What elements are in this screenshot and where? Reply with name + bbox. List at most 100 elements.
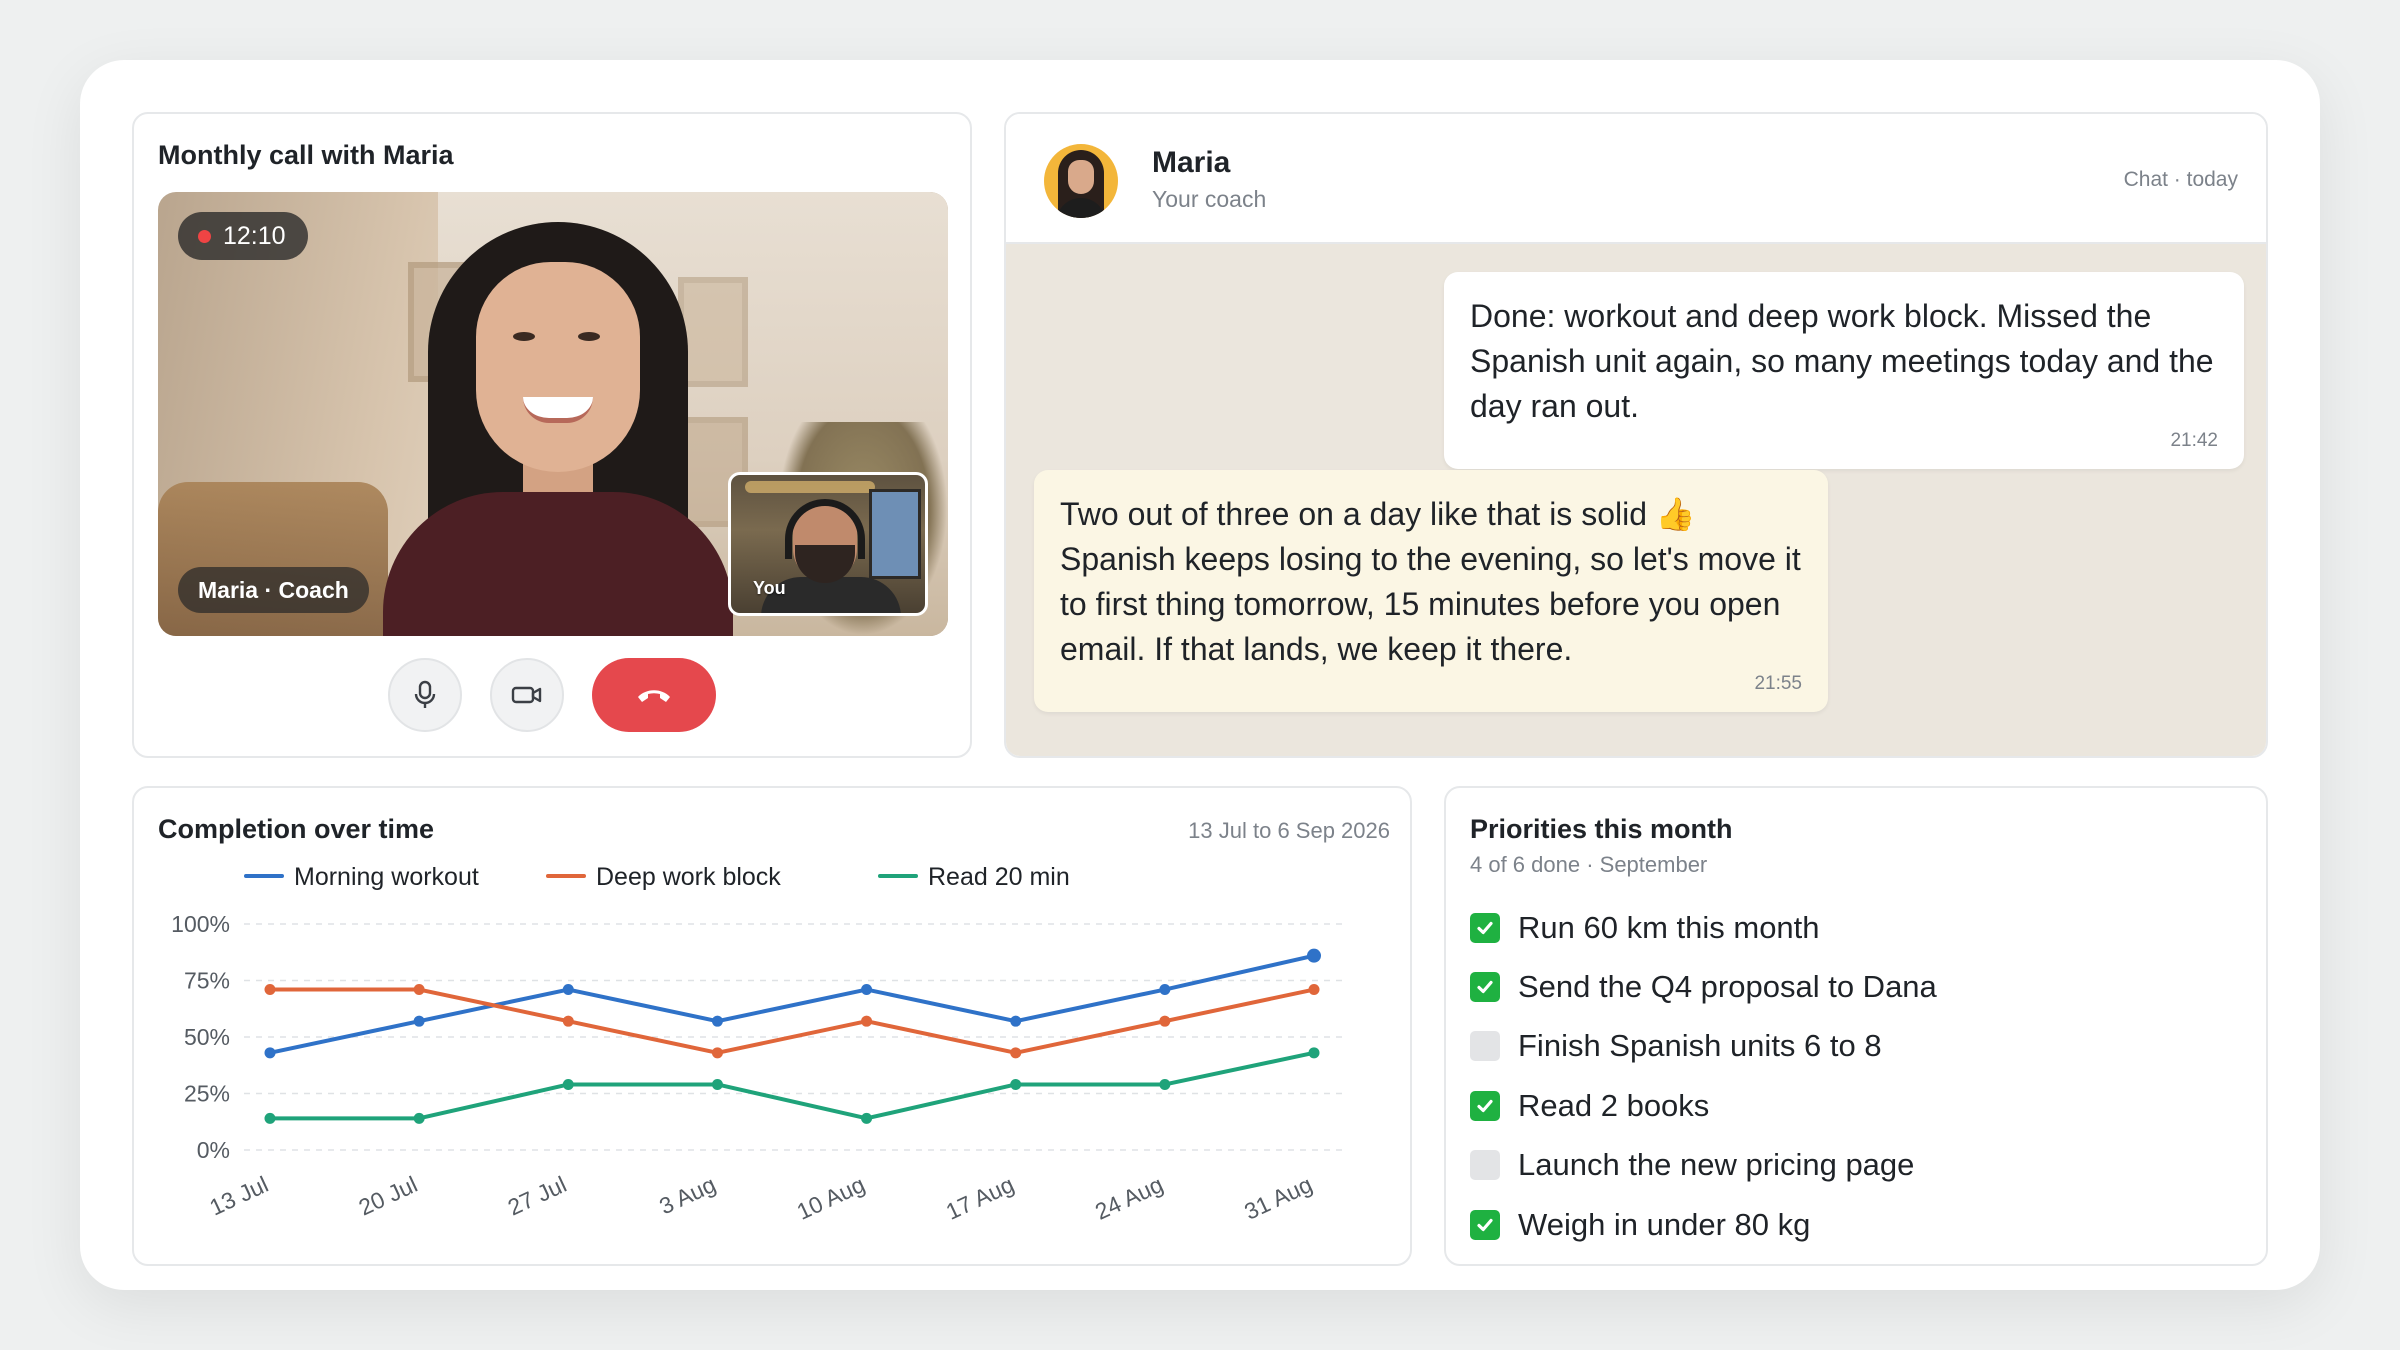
coach-face <box>476 262 640 472</box>
priorities-panel: Priorities this month 4 of 6 done · Sept… <box>1444 786 2268 1266</box>
app-window: Monthly call with Maria 12:10 Maria · Co… <box>80 60 2320 1290</box>
video-camera-icon <box>511 686 542 704</box>
data-point <box>861 1015 873 1027</box>
contact-name: Maria <box>1152 146 1231 179</box>
coach-eye <box>513 332 535 341</box>
data-point <box>264 1047 276 1059</box>
self-label: You <box>753 578 786 598</box>
data-point <box>413 984 425 996</box>
y-tick-label: 25% <box>184 1081 230 1107</box>
message-text: Done: workout and deep work block. Misse… <box>1470 298 2214 424</box>
y-tick-label: 100% <box>171 911 230 937</box>
priority-item[interactable]: Send the Q4 proposal to Dana <box>1470 957 1937 1016</box>
legend-label: Morning workout <box>294 863 479 891</box>
video-call-panel: Monthly call with Maria 12:10 Maria · Co… <box>132 112 972 758</box>
data-point <box>1307 948 1321 963</box>
data-point <box>1010 1047 1022 1059</box>
x-tick-label: 27 Jul <box>504 1171 571 1221</box>
data-point <box>264 1112 276 1124</box>
priorities-list: Run 60 km this month Send the Q4 proposal… <box>1470 898 1937 1254</box>
recording-dot-icon <box>198 229 211 243</box>
self-view[interactable]: You <box>728 472 928 616</box>
unchecked-box-icon[interactable] <box>1470 1150 1500 1181</box>
incoming-message: Two out of three on a day like that is s… <box>1034 470 1828 712</box>
recording-badge: 12:10 <box>178 212 308 260</box>
completion-chart: Morning workout Deep work block Read 20 mi… <box>171 863 1344 1225</box>
checked-box-icon[interactable] <box>1470 1090 1500 1121</box>
completion-chart-panel: Completion over time 13 Jul to 6 Sep 202… <box>132 786 1412 1266</box>
coach-eye <box>578 332 600 341</box>
headphones-icon <box>785 499 865 559</box>
legend-label: Read 20 min <box>928 863 1070 891</box>
avatar-face <box>1068 160 1094 194</box>
recording-time: 12:10 <box>223 221 286 250</box>
data-point <box>1308 984 1320 996</box>
data-point <box>1159 1078 1171 1090</box>
priority-item[interactable]: Finish Spanish units 6 to 8 <box>1470 1017 1937 1076</box>
data-point <box>1010 1078 1022 1090</box>
pip-light <box>745 481 875 493</box>
data-point <box>562 984 574 996</box>
data-point <box>711 1078 723 1090</box>
data-point <box>413 1015 425 1027</box>
checked-box-icon[interactable] <box>1470 912 1500 943</box>
y-tick-label: 75% <box>184 968 230 994</box>
priority-label: Run 60 km this month <box>1518 909 1820 945</box>
x-tick-label: 10 Aug <box>793 1171 869 1225</box>
x-tick-label: 3 Aug <box>655 1171 719 1219</box>
priority-label: Send the Q4 proposal to Dana <box>1518 969 1937 1005</box>
data-point <box>1159 1015 1171 1027</box>
remote-video[interactable]: 12:10 Maria · Coach You <box>158 192 948 636</box>
priority-label: Finish Spanish units 6 to 8 <box>1518 1028 1882 1064</box>
priority-item[interactable]: Read 2 books <box>1470 1076 1937 1135</box>
end-call-button[interactable] <box>592 658 716 732</box>
priorities-progress: 4 of 6 done · September <box>1470 852 1708 877</box>
priority-label: Read 2 books <box>1518 1087 1710 1123</box>
y-tick-label: 0% <box>197 1137 230 1163</box>
unchecked-box-icon[interactable] <box>1470 1031 1500 1062</box>
hang-up-icon <box>638 690 670 702</box>
coach-torso <box>383 492 733 636</box>
data-point <box>1308 1047 1320 1059</box>
x-tick-label: 24 Aug <box>1091 1171 1167 1225</box>
remote-name-badge: Maria · Coach <box>178 567 369 613</box>
wall-frame <box>678 277 748 387</box>
x-tick-label: 13 Jul <box>206 1171 273 1221</box>
pip-window <box>869 489 921 579</box>
message-time: 21:55 <box>1754 673 1802 694</box>
x-tick-label: 17 Aug <box>942 1171 1018 1225</box>
priority-label: Launch the new pricing page <box>1518 1147 1915 1183</box>
chat-panel: Maria Your coach Chat · today Done: work… <box>1004 112 2268 758</box>
data-point <box>711 1047 723 1059</box>
message-time: 21:42 <box>2170 430 2218 451</box>
coach-avatar[interactable] <box>1044 144 1118 218</box>
legend-label: Deep work block <box>596 863 781 891</box>
mute-button[interactable] <box>388 658 462 732</box>
data-point <box>413 1112 425 1124</box>
data-point <box>1159 984 1171 996</box>
data-point <box>264 984 276 996</box>
y-tick-label: 50% <box>184 1024 230 1050</box>
checked-box-icon[interactable] <box>1470 972 1500 1003</box>
message-text: Two out of three on a day like that is s… <box>1060 496 1801 667</box>
priorities-title: Priorities this month <box>1470 814 1733 844</box>
series-line <box>270 1050 1315 1121</box>
priority-label: Weigh in under 80 kg <box>1518 1206 1811 1242</box>
contact-role: Your coach <box>1152 186 1267 212</box>
data-point <box>562 1015 574 1027</box>
call-controls <box>134 658 970 732</box>
chat-header: Maria Your coach Chat · today <box>1006 114 2266 244</box>
chat-meta: Chat · today <box>2123 168 2238 191</box>
camera-button[interactable] <box>490 658 564 732</box>
checked-box-icon[interactable] <box>1470 1209 1500 1240</box>
x-tick-label: 20 Jul <box>355 1171 422 1221</box>
data-point <box>711 1015 723 1027</box>
data-point <box>562 1078 574 1090</box>
priority-item[interactable]: Run 60 km this month <box>1470 898 1937 957</box>
x-tick-label: 31 Aug <box>1240 1171 1316 1225</box>
outgoing-message: Done: workout and deep work block. Misse… <box>1444 272 2244 469</box>
message-thread[interactable]: Done: workout and deep work block. Misse… <box>1006 244 2266 756</box>
call-title: Monthly call with Maria <box>158 140 454 170</box>
priority-item[interactable]: Weigh in under 80 kg <box>1470 1195 1937 1254</box>
priority-item[interactable]: Launch the new pricing page <box>1470 1136 1937 1195</box>
